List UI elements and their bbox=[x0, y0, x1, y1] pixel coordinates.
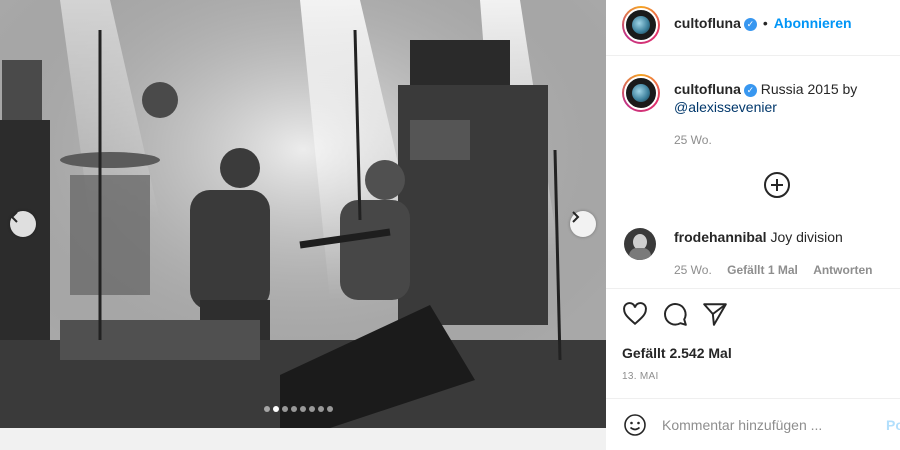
post-side-panel: cultofluna ✓ • Abonnieren cultofluna ✓ Russi… bbox=[606, 0, 900, 450]
caption-text: Russia 2015 by bbox=[760, 81, 858, 97]
share-button[interactable] bbox=[702, 301, 728, 327]
slide-dot bbox=[318, 406, 324, 412]
slide-dot bbox=[300, 406, 306, 412]
slide-dot bbox=[291, 406, 297, 412]
caption-time: 25 Wo. bbox=[674, 133, 712, 147]
comment-username[interactable]: frodehannibal bbox=[674, 229, 767, 245]
comment-box: Posten bbox=[606, 398, 900, 450]
comment-time: 25 Wo. bbox=[674, 263, 712, 277]
post-header: cultofluna ✓ • Abonnieren bbox=[606, 0, 900, 56]
avatar[interactable] bbox=[622, 6, 660, 44]
next-slide-button[interactable] bbox=[570, 211, 596, 237]
slide-indicator bbox=[264, 406, 333, 412]
chevron-left-icon bbox=[10, 211, 18, 223]
comment-icon bbox=[664, 303, 687, 326]
comment-meta: 25 Wo. Gefällt 1 Mal Antworten bbox=[674, 263, 885, 277]
caption: cultofluna ✓ Russia 2015 by @alexisseveni… bbox=[674, 80, 889, 149]
chevron-right-icon bbox=[572, 211, 580, 223]
emoji-button[interactable] bbox=[623, 413, 647, 437]
likes-count[interactable]: Gefällt 2.542 Mal bbox=[622, 345, 732, 361]
slide-dot bbox=[309, 406, 315, 412]
load-more-comments-button[interactable] bbox=[764, 172, 790, 198]
post-comment-button[interactable]: Posten bbox=[886, 417, 900, 433]
follow-button[interactable]: Abonnieren bbox=[774, 15, 852, 31]
post-photo[interactable] bbox=[0, 0, 606, 428]
comment-text: Joy division bbox=[770, 229, 843, 245]
slide-dot-active bbox=[273, 406, 279, 412]
caption-username[interactable]: cultofluna bbox=[674, 81, 741, 97]
slide-dot bbox=[327, 406, 333, 412]
caption-mention-link[interactable]: @alexissevenier bbox=[674, 99, 777, 115]
comment-input[interactable] bbox=[662, 417, 882, 433]
post-date: 13. MAI bbox=[622, 371, 659, 382]
comment: frodehannibal Joy division bbox=[674, 229, 843, 245]
photo-bottom-strip bbox=[0, 428, 606, 450]
post-actions: Gefällt 2.542 Mal 13. MAI bbox=[606, 288, 900, 398]
comment-likes[interactable]: Gefällt 1 Mal bbox=[727, 263, 798, 277]
slide-dot bbox=[282, 406, 288, 412]
like-button[interactable] bbox=[622, 301, 648, 327]
header-username[interactable]: cultofluna bbox=[674, 15, 741, 31]
verified-icon: ✓ bbox=[743, 17, 757, 31]
reply-button[interactable]: Antworten bbox=[813, 263, 872, 277]
emoji-icon bbox=[624, 414, 646, 436]
slide-dot bbox=[264, 406, 270, 412]
header-row: cultofluna ✓ • Abonnieren bbox=[674, 15, 852, 31]
heart-icon bbox=[623, 302, 647, 326]
previous-slide-button[interactable] bbox=[10, 211, 36, 237]
share-icon bbox=[703, 303, 727, 326]
plus-circle-icon bbox=[771, 179, 783, 191]
caption-avatar[interactable] bbox=[622, 74, 660, 112]
comment-button[interactable] bbox=[662, 301, 688, 327]
separator: • bbox=[762, 15, 768, 31]
concert-scene bbox=[0, 0, 606, 428]
verified-icon: ✓ bbox=[743, 83, 757, 97]
commenter-avatar[interactable] bbox=[624, 228, 656, 260]
